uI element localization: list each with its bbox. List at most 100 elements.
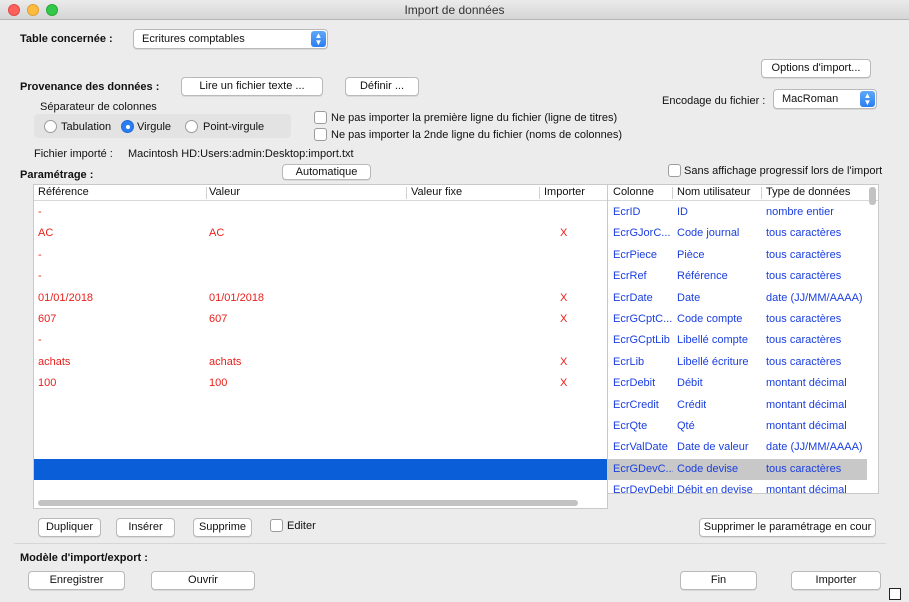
cell-reference: - — [38, 334, 42, 347]
table-row[interactable]: EcrID ID nombre entier — [608, 202, 867, 223]
table-row[interactable]: EcrValDate Date de valeur date (JJ/MM/AAAA… — [608, 437, 867, 458]
header-type-donnees[interactable]: Type de données — [766, 186, 850, 198]
table-row[interactable]: EcrGDevC... Code devise tous caractères — [608, 458, 867, 481]
encoding-select[interactable]: MacRoman ▲ ▼ — [773, 89, 877, 109]
table-row[interactable] — [34, 437, 607, 458]
table-row[interactable]: EcrGJorC... Code journal tous caractères — [608, 223, 867, 244]
cell-type-donnees: nombre entier — [766, 206, 834, 218]
table-row[interactable]: EcrDate Date date (JJ/MM/AAAA) — [608, 288, 867, 309]
table-row[interactable]: - — [34, 202, 607, 223]
fin-button[interactable]: Fin — [680, 571, 757, 590]
cell-reference: - — [38, 270, 42, 283]
read-text-file-button[interactable]: Lire un fichier texte ... — [181, 77, 323, 96]
cell-nom-utilisateur: Code compte — [677, 313, 743, 325]
table-row[interactable]: EcrDebit Débit montant décimal — [608, 373, 867, 394]
cell-type-donnees: tous caractères — [766, 462, 842, 475]
cell-valeur: AC — [209, 227, 225, 240]
radio-virgule[interactable] — [121, 120, 134, 133]
cell-colonne: EcrGDevC... — [613, 462, 673, 475]
cell-importer: X — [560, 291, 568, 304]
header-nom-utilisateur[interactable]: Nom utilisateur — [677, 186, 750, 198]
table-row[interactable]: - — [34, 266, 607, 287]
cell-type-donnees: date (JJ/MM/AAAA) — [766, 441, 863, 454]
parametrage-label: Paramétrage : — [20, 169, 94, 181]
cell-importer: X — [560, 355, 568, 368]
cell-type-donnees: montant décimal — [766, 398, 847, 411]
table-row[interactable]: EcrCredit Crédit montant décimal — [608, 395, 867, 416]
table-row[interactable]: - — [34, 245, 607, 266]
skip-first-line-checkbox[interactable] — [314, 111, 327, 124]
table-row[interactable]: EcrGCptLib Libellé compte tous caractères — [608, 330, 867, 351]
supprimer-parametrage-button[interactable]: Supprimer le paramétrage en cour — [699, 518, 876, 537]
columns-table[interactable]: Colonne Nom utilisateur Type de données … — [608, 184, 879, 494]
cell-reference: - — [38, 206, 42, 218]
cell-colonne: EcrPiece — [613, 248, 658, 261]
cell-nom-utilisateur: Code devise — [677, 462, 739, 475]
imported-file-path: Macintosh HD:Users:admin:Desktop:import.… — [128, 148, 354, 160]
enregistrer-button[interactable]: Enregistrer — [28, 571, 125, 590]
cell-nom-utilisateur: ID — [677, 206, 688, 218]
cell-colonne: EcrDevDebit — [613, 484, 673, 494]
header-valeur-fixe[interactable]: Valeur fixe — [411, 186, 462, 198]
cell-colonne: EcrID — [613, 206, 641, 218]
cell-reference: 607 — [38, 313, 57, 325]
cell-colonne: EcrGJorC... — [613, 227, 671, 240]
supprimer-button[interactable]: Supprime — [193, 518, 252, 537]
cell-importer: X — [560, 377, 568, 390]
horizontal-scrollbar[interactable] — [38, 500, 578, 506]
table-row[interactable] — [34, 480, 607, 501]
cell-reference: achats — [38, 355, 71, 368]
ouvrir-button[interactable]: Ouvrir — [151, 571, 255, 590]
cell-colonne: EcrValDate — [613, 441, 668, 454]
importer-button[interactable]: Importer — [791, 571, 881, 590]
dupliquer-button[interactable]: Dupliquer — [38, 518, 101, 537]
table-row[interactable]: EcrGCptC... Code compte tous caractères — [608, 309, 867, 330]
define-button[interactable]: Définir ... — [345, 77, 419, 96]
table-row[interactable] — [34, 458, 607, 481]
table-row[interactable]: EcrPiece Pièce tous caractères — [608, 245, 867, 266]
vertical-scrollbar[interactable] — [869, 187, 876, 205]
radio-point-virgule-label: Point-virgule — [203, 121, 265, 133]
header-colonne[interactable]: Colonne — [613, 186, 654, 198]
cell-colonne: EcrGCptLib — [613, 334, 670, 347]
cell-nom-utilisateur: Libellé écriture — [677, 355, 749, 368]
table-select[interactable]: Ecritures comptables ▲ ▼ — [133, 29, 328, 49]
resize-handle[interactable] — [889, 588, 901, 600]
automatique-button[interactable]: Automatique — [282, 164, 371, 180]
table-row[interactable]: EcrRef Référence tous caractères — [608, 266, 867, 287]
cell-nom-utilisateur: Date — [677, 291, 701, 304]
skip-second-line-checkbox[interactable] — [314, 128, 327, 141]
radio-virgule-label: Virgule — [137, 121, 172, 133]
inserer-button[interactable]: Insérer — [116, 518, 175, 537]
cell-reference: - — [38, 248, 42, 261]
editer-checkbox[interactable] — [270, 519, 283, 532]
header-reference[interactable]: Référence — [38, 186, 89, 198]
table-row[interactable]: 100 100 X — [34, 373, 607, 394]
table-row[interactable]: 01/01/2018 01/01/2018 X — [34, 288, 607, 309]
import-options-button[interactable]: Options d'import... — [761, 59, 871, 78]
table-row[interactable]: 607 607 X — [34, 309, 607, 330]
radio-point-virgule[interactable] — [185, 120, 198, 133]
radio-tabulation[interactable] — [44, 120, 57, 133]
table-row[interactable]: achats achats X — [34, 352, 607, 373]
table-row[interactable]: EcrLib Libellé écriture tous caractères — [608, 352, 867, 373]
no-progress-display-checkbox[interactable] — [668, 164, 681, 177]
mapping-table[interactable]: Référence Valeur Valeur fixe Importer - A… — [33, 184, 608, 509]
table-row[interactable]: EcrDevDebit Débit en devise montant décima… — [608, 480, 867, 494]
cell-nom-utilisateur: Libellé compte — [677, 334, 748, 347]
header-importer[interactable]: Importer — [544, 186, 585, 198]
table-row[interactable]: AC AC X — [34, 223, 607, 244]
header-valeur[interactable]: Valeur — [209, 186, 240, 198]
separator-label: Séparateur de colonnes — [40, 101, 157, 113]
no-progress-display-label: Sans affichage progressif lors de l'impo… — [684, 165, 883, 177]
cell-colonne: EcrLib — [613, 355, 645, 368]
table-row[interactable] — [34, 416, 607, 437]
cell-colonne: EcrDate — [613, 291, 653, 304]
cell-colonne: EcrCredit — [613, 398, 659, 411]
table-row[interactable]: - — [34, 330, 607, 351]
cell-valeur: 100 — [209, 377, 228, 390]
cell-type-donnees: tous caractères — [766, 248, 842, 261]
table-row[interactable] — [34, 395, 607, 416]
table-row[interactable]: EcrQte Qté montant décimal — [608, 416, 867, 437]
cell-type-donnees: tous caractères — [766, 313, 842, 325]
